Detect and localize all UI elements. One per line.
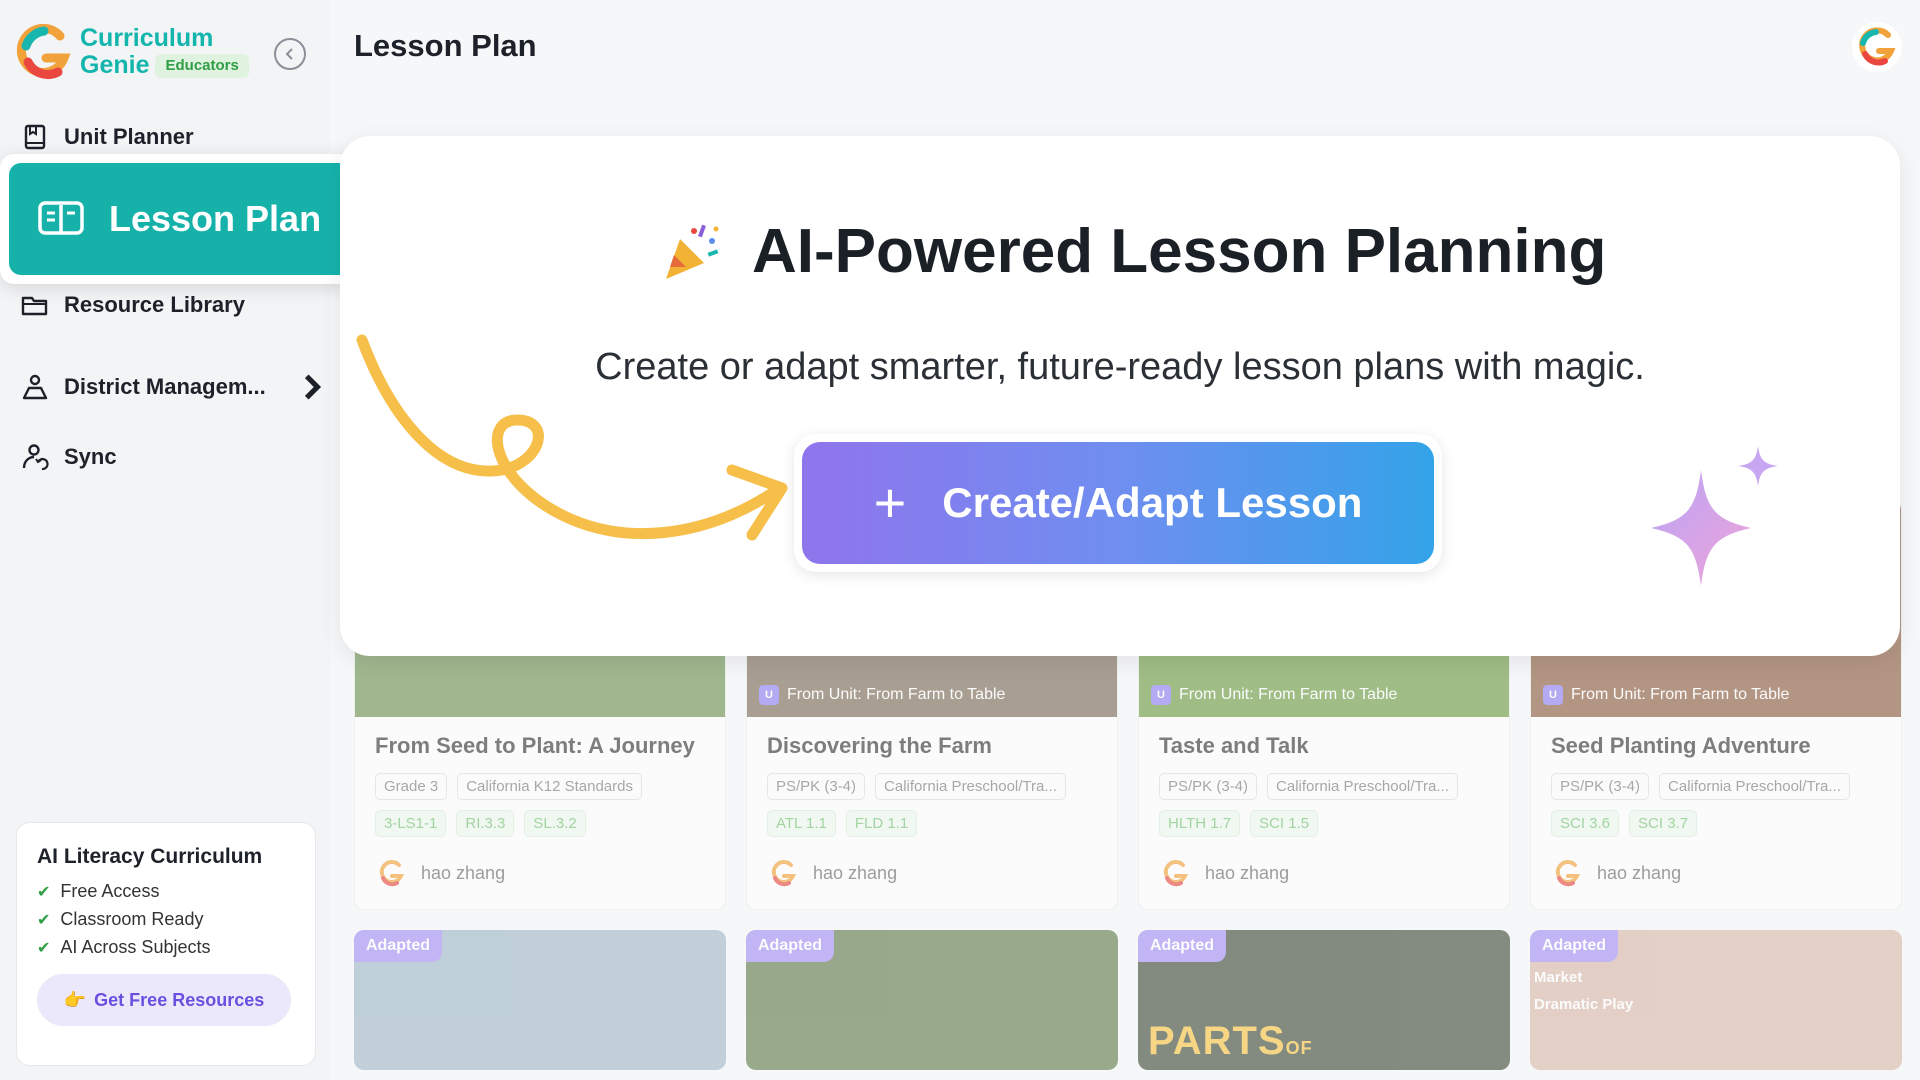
- pointing-hand-icon: 👉: [63, 989, 87, 1010]
- standard-set-chip: California Preschool/Tra...: [1267, 773, 1458, 800]
- standard-chip: 3-LS1-1: [375, 810, 447, 837]
- folder-icon: [21, 296, 48, 316]
- lesson-card-author: hao zhang: [767, 857, 1097, 889]
- chevron-right-icon: [304, 374, 321, 400]
- standard-chip: SCI 1.5: [1250, 810, 1319, 837]
- check-icon: ✔: [37, 883, 51, 901]
- promo-title: AI Literacy Curriculum: [37, 845, 263, 868]
- curriculum-genie-logo-icon: [16, 23, 71, 79]
- promo-feature: ✔ Free Access: [37, 881, 160, 901]
- educators-badge: Educators: [155, 53, 249, 78]
- sidebar-item-label: District Managem...: [64, 374, 266, 399]
- lesson-card-author: hao zhang: [375, 857, 705, 889]
- sidebar-item-label: Unit Planner: [64, 124, 194, 149]
- standard-set-chip: California Preschool/Tra...: [1659, 773, 1850, 800]
- unit-tag: U From Unit: From Farm to Table: [759, 685, 1005, 705]
- lesson-card-title: From Seed to Plant: A Journey: [375, 733, 695, 758]
- check-icon: ✔: [37, 939, 51, 957]
- author-avatar-icon: [1555, 859, 1581, 887]
- standard-chip: SL.3.2: [524, 810, 586, 837]
- standard-chip: SCI 3.6: [1551, 810, 1620, 837]
- create-adapt-lesson-button[interactable]: + Create/Adapt Lesson: [802, 442, 1434, 564]
- sidebar-item-resource-library[interactable]: Resource Library: [20, 290, 245, 320]
- lesson-card-author: hao zhang: [1159, 857, 1489, 889]
- adapted-lesson-card[interactable]: Adapted: [354, 930, 726, 1070]
- lesson-card-title: Seed Planting Adventure: [1551, 733, 1811, 758]
- adapted-badge: Adapted: [1530, 930, 1618, 962]
- avatar[interactable]: [1852, 22, 1902, 72]
- plus-icon: +: [873, 471, 907, 534]
- sidebar-item-unit-planner[interactable]: Unit Planner: [20, 122, 194, 152]
- pointing-arrow-icon: [356, 334, 788, 541]
- promo-feature: ✔ AI Across Subjects: [37, 937, 211, 957]
- unit-tag: U From Unit: From Farm to Table: [1543, 685, 1789, 705]
- brand-name: Curriculum: [80, 23, 214, 52]
- sync-users-icon: [22, 444, 49, 471]
- card-image-text: Market Dramatic Play: [1534, 969, 1634, 1013]
- party-popper-icon: [666, 224, 719, 279]
- adapted-lesson-card[interactable]: Adapted: [746, 930, 1118, 1070]
- unit-icon: U: [1543, 685, 1563, 705]
- popup-title: AI-Powered Lesson Planning: [752, 217, 1607, 286]
- author-avatar-icon: [1163, 859, 1189, 887]
- brand[interactable]: Curriculum Genie Educators: [14, 22, 249, 82]
- author-avatar-icon: [771, 859, 797, 887]
- page-title: Lesson Plan: [354, 28, 537, 63]
- chevron-left-icon: [285, 48, 293, 60]
- sidebar-item-label: Resource Library: [64, 292, 245, 317]
- card-image-text: PARTSOF: [1148, 1019, 1313, 1063]
- open-book-icon: [38, 201, 84, 235]
- adapted-badge: Adapted: [746, 930, 834, 962]
- grade-chip: Grade 3: [375, 773, 448, 800]
- collapse-sidebar-button[interactable]: [274, 38, 306, 70]
- standard-chip: RI.3.3: [456, 810, 515, 837]
- standard-chip: FLD 1.1: [845, 810, 918, 837]
- grade-chip: PS/PK (3-4): [1551, 773, 1650, 800]
- standard-chip: HLTH 1.7: [1159, 810, 1241, 837]
- ai-literacy-promo-card: AI Literacy Curriculum ✔ Free Access ✔ Cla…: [16, 822, 316, 1066]
- grade-chip: PS/PK (3-4): [767, 773, 866, 800]
- lesson-card-title: Discovering the Farm: [767, 733, 992, 758]
- adapted-lesson-card[interactable]: Adapted PARTSOF: [1138, 930, 1510, 1070]
- unit-icon: U: [1151, 685, 1171, 705]
- get-free-resources-button[interactable]: 👉 Get Free Resources: [37, 974, 291, 1026]
- sidebar-item-label: Lesson Plan: [109, 198, 322, 239]
- book-icon: [24, 124, 46, 150]
- sidebar-item-sync[interactable]: Sync: [20, 442, 117, 472]
- adapted-badge: Adapted: [354, 930, 442, 962]
- promo-feature: ✔ Classroom Ready: [37, 909, 204, 929]
- check-icon: ✔: [37, 911, 51, 929]
- standard-chip: SCI 3.7: [1629, 810, 1698, 837]
- standard-set-chip: California Preschool/Tra...: [875, 773, 1066, 800]
- adapted-badge: Adapted: [1138, 930, 1226, 962]
- lesson-card-title: Taste and Talk: [1159, 733, 1309, 758]
- grade-chip: PS/PK (3-4): [1159, 773, 1258, 800]
- adapted-lesson-card[interactable]: Adapted Market Dramatic Play: [1530, 930, 1902, 1070]
- sparkle-icon: [1651, 446, 1778, 586]
- sidebar-item-label: Sync: [64, 444, 117, 469]
- sidebar-item-district-management[interactable]: District Managem...: [20, 372, 326, 402]
- standard-set-chip: California K12 Standards: [457, 773, 642, 800]
- unit-icon: U: [759, 685, 779, 705]
- user-tree-icon: [22, 374, 48, 400]
- brand-name-2: Genie: [80, 51, 150, 79]
- standard-chip: ATL 1.1: [767, 810, 836, 837]
- unit-tag: U From Unit: From Farm to Table: [1151, 685, 1397, 705]
- lesson-card-author: hao zhang: [1551, 857, 1881, 889]
- author-avatar-icon: [379, 859, 405, 887]
